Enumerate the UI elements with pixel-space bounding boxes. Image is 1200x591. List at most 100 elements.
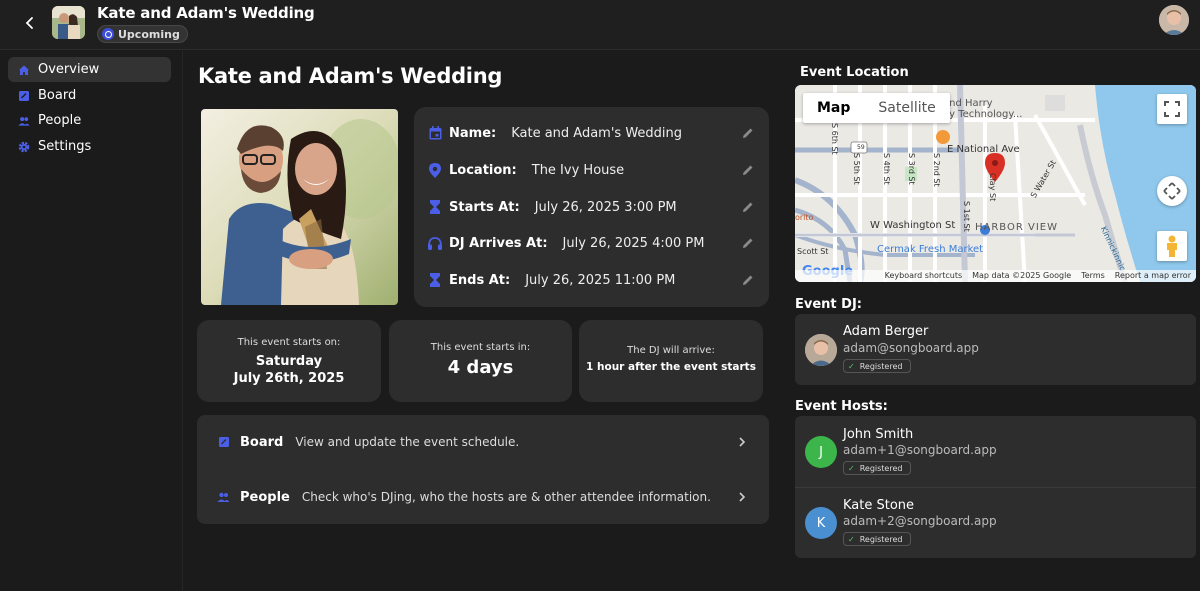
registered-badge: ✓ Registered xyxy=(843,359,912,373)
event-title: Kate and Adam's Wedding xyxy=(97,4,315,22)
map-label: Clay St xyxy=(988,173,997,202)
people-link[interactable]: People Check who's DJing, who the hosts … xyxy=(217,485,747,509)
event-thumbnail xyxy=(52,6,85,39)
detail-value: July 26, 2025 4:00 PM xyxy=(562,235,705,251)
stat-date: July 26th, 2025 xyxy=(233,371,345,386)
street-view-button[interactable] xyxy=(1157,231,1187,261)
link-title: People xyxy=(240,489,290,505)
link-description: Check who's DJing, who the hosts are & o… xyxy=(301,490,711,504)
edit-dj-arrives-button[interactable] xyxy=(741,236,755,250)
dj-card: Adam Berger adam@songboard.app ✓ Registe… xyxy=(795,314,1196,385)
edit-location-button[interactable] xyxy=(741,163,755,177)
board-link[interactable]: Board View and update the event schedule… xyxy=(217,430,747,454)
board-icon xyxy=(18,90,30,102)
map-label: S 1st St xyxy=(962,201,971,232)
dj-name: Adam Berger xyxy=(843,324,929,339)
event-photo xyxy=(201,109,398,305)
map-footer: Keyboard shortcuts Map data ©2025 Google… xyxy=(795,270,1196,282)
host-email: adam+1@songboard.app xyxy=(843,443,997,457)
dj-arrival-card: The DJ will arrive: 1 hour after the eve… xyxy=(579,320,763,402)
edit-name-button[interactable] xyxy=(741,126,755,140)
sidebar-item-overview[interactable]: Overview xyxy=(8,57,171,82)
home-icon xyxy=(18,64,30,76)
board-icon xyxy=(217,436,230,449)
map-data-text: Map data ©2025 Google xyxy=(972,271,1072,280)
detail-label: Starts At: xyxy=(449,199,520,215)
pencil-icon xyxy=(743,165,753,175)
sidebar-item-settings[interactable]: Settings xyxy=(8,134,171,159)
pan-control-button[interactable] xyxy=(1157,176,1187,206)
stat-caption: This event starts on: xyxy=(237,337,341,348)
host-email: adam+2@songboard.app xyxy=(843,514,997,528)
host-avatar: K xyxy=(805,507,837,539)
user-avatar[interactable] xyxy=(1159,5,1189,35)
edit-ends-button[interactable] xyxy=(741,273,755,287)
registered-label: Registered xyxy=(859,361,903,371)
map-label: W Washington St xyxy=(870,220,956,231)
detail-row-ends: Ends At: July 26, 2025 11:00 PM xyxy=(428,269,755,291)
sidebar-item-board[interactable]: Board xyxy=(8,83,171,108)
map-label: 59 xyxy=(857,144,865,151)
detail-value: July 26, 2025 11:00 PM xyxy=(525,272,676,288)
calendar-icon xyxy=(428,125,442,141)
chevron-right-icon xyxy=(739,437,746,447)
sidebar-item-label: People xyxy=(38,113,82,128)
check-icon: ✓ xyxy=(848,534,855,544)
detail-row-dj-arrives: DJ Arrives At: July 26, 2025 4:00 PM xyxy=(428,232,755,254)
move-arrows-icon xyxy=(1163,182,1181,200)
host-avatar: J xyxy=(805,436,837,468)
status-badge: Upcoming xyxy=(97,25,188,43)
sidebar: Overview Board People Settings xyxy=(0,51,183,591)
sidebar-item-label: Board xyxy=(38,88,77,103)
sidebar-item-people[interactable]: People xyxy=(8,108,171,133)
back-button[interactable] xyxy=(18,11,42,35)
pencil-icon xyxy=(743,275,753,285)
map-label: S 4th St xyxy=(882,153,891,185)
gear-icon xyxy=(18,141,30,153)
hourglass-icon xyxy=(428,272,442,288)
host-name: John Smith xyxy=(843,427,914,442)
status-label: Upcoming xyxy=(118,27,180,41)
fullscreen-button[interactable] xyxy=(1157,94,1187,124)
headphones-icon xyxy=(428,235,442,251)
people-icon xyxy=(18,115,30,127)
map-tab[interactable]: Map xyxy=(803,93,864,123)
event-hosts-heading: Event Hosts: xyxy=(795,399,888,414)
stat-dj-arrival: 1 hour after the event starts xyxy=(586,361,756,373)
map-label: S 6th St xyxy=(830,123,839,155)
event-dj-heading: Event DJ: xyxy=(795,297,862,312)
link-title: Board xyxy=(240,434,284,450)
detail-label: Location: xyxy=(449,162,517,178)
link-description: View and update the event schedule. xyxy=(295,435,520,449)
terms-link[interactable]: Terms xyxy=(1081,270,1105,282)
detail-label: Name: xyxy=(449,125,497,141)
pencil-icon xyxy=(743,128,753,138)
sidebar-item-label: Overview xyxy=(38,62,100,77)
stat-caption: This event starts in: xyxy=(430,342,531,353)
starts-in-card: This event starts in: 4 days xyxy=(389,320,572,402)
top-bar: Kate and Adam's Wedding Upcoming xyxy=(0,0,1200,50)
report-error-link[interactable]: Report a map error xyxy=(1115,270,1191,282)
check-icon: ✓ xyxy=(848,361,855,371)
registered-badge: ✓ Registered xyxy=(843,532,912,546)
location-pin-icon xyxy=(428,162,442,178)
divider xyxy=(795,487,1196,488)
dj-avatar xyxy=(805,334,837,366)
page-title: Kate and Adam's Wedding xyxy=(198,64,503,88)
pencil-icon xyxy=(743,202,753,212)
detail-row-location: Location: The Ivy House xyxy=(428,159,755,181)
map-label: E National Ave xyxy=(947,144,1020,155)
satellite-tab[interactable]: Satellite xyxy=(864,93,949,123)
event-map[interactable]: and Harry ey Technology... E National Av… xyxy=(795,85,1196,282)
keyboard-shortcuts-link[interactable]: Keyboard shortcuts xyxy=(885,270,962,282)
chevron-right-icon xyxy=(739,492,746,502)
registered-label: Registered xyxy=(859,463,903,473)
detail-row-name: Name: Kate and Adam's Wedding xyxy=(428,122,755,144)
sidebar-item-label: Settings xyxy=(38,139,92,154)
map-label: Cermak Fresh Market xyxy=(877,244,984,255)
edit-starts-button[interactable] xyxy=(741,200,755,214)
map-label: S 5th St xyxy=(852,153,861,185)
map-label: HARBOR VIEW xyxy=(975,222,1058,233)
pencil-icon xyxy=(743,238,753,248)
people-icon xyxy=(217,491,230,504)
